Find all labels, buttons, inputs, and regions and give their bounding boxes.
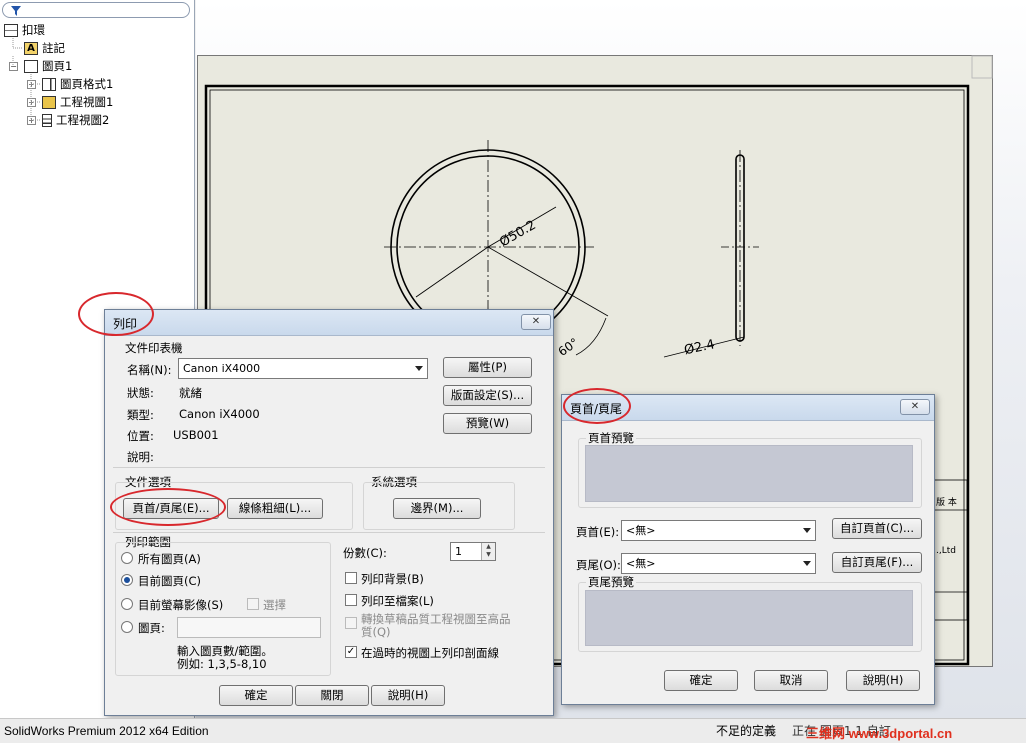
current-sheet-label[interactable]: 目前圖頁(C) <box>138 573 201 589</box>
custom-footer-button[interactable]: 自訂頁尾(F)... <box>832 552 922 573</box>
title-block-text: 版 本 <box>936 496 957 508</box>
close-button[interactable]: 關閉 <box>295 685 369 706</box>
sheets-radio[interactable] <box>121 621 133 633</box>
watermark-logo: 三维网 www.3dportal.cn <box>806 726 953 741</box>
header-select[interactable]: <無> <box>621 520 816 541</box>
thickness-dimension[interactable]: Ø2.4 <box>683 337 716 358</box>
print-dialog: 列印 ✕ 文件印表機 名稱(N): Canon iX4000 屬性(P) 版面設… <box>104 309 554 716</box>
printer-name-select[interactable]: Canon iX4000 <box>178 358 428 379</box>
footer-preview-label: 頁尾預覽 <box>586 574 636 590</box>
location-value: USB001 <box>173 428 219 442</box>
divider <box>113 467 545 468</box>
tree-view2-label: 工程視圖2 <box>56 113 110 127</box>
current-screen-label[interactable]: 目前螢幕影像(S) <box>138 597 223 613</box>
type-label: 類型: <box>127 408 154 422</box>
header-label: 頁首(E): <box>576 525 620 539</box>
type-value: Canon iX4000 <box>179 407 260 421</box>
copies-spinner[interactable]: ▲ ▼ <box>481 543 495 560</box>
printer-group-label: 文件印表機 <box>125 341 183 355</box>
header-footer-button[interactable]: 頁首/頁尾(E)... <box>123 498 219 519</box>
status-label: 狀態: <box>127 386 154 400</box>
line-weights-button[interactable]: 線條粗細(L)... <box>227 498 323 519</box>
print-background-label[interactable]: 列印背景(B) <box>361 571 424 587</box>
sheets-label[interactable]: 圖頁: <box>138 620 165 636</box>
current-sheet-radio[interactable] <box>121 574 133 586</box>
printer-name-label: 名稱(N): <box>127 363 172 377</box>
location-label: 位置: <box>127 429 154 443</box>
cancel-button[interactable]: 取消 <box>754 670 828 691</box>
footer-preview-box <box>585 590 913 646</box>
properties-button[interactable]: 屬性(P) <box>443 357 532 378</box>
header-select-value: <無> <box>626 524 656 537</box>
all-sheets-label[interactable]: 所有圖頁(A) <box>138 551 201 567</box>
custom-header-button[interactable]: 自訂頁首(C)... <box>832 518 922 539</box>
tree-connector-lines <box>12 38 40 121</box>
footer-label: 頁尾(O): <box>576 558 621 572</box>
ok-button[interactable]: 確定 <box>664 670 738 691</box>
close-icon[interactable]: ✕ <box>900 399 930 415</box>
sheets-range-input[interactable] <box>177 617 321 638</box>
header-footer-dialog: 頁首/頁尾 ✕ 頁首預覽 頁首(E): <無> 自訂頁首(C)... 頁尾(O)… <box>561 394 935 705</box>
tree-sheet-format-label: 圖頁格式1 <box>60 77 114 91</box>
print-to-file-checkbox[interactable] <box>345 594 357 606</box>
close-icon[interactable]: ✕ <box>521 314 551 330</box>
all-sheets-radio[interactable] <box>121 552 133 564</box>
page-setup-button[interactable]: 版面設定(S)... <box>443 385 532 406</box>
help-button[interactable]: 說明(H) <box>846 670 920 691</box>
preview-button[interactable]: 預覽(W) <box>443 413 532 434</box>
print-dialog-title: 列印 <box>113 317 138 331</box>
status-value: 就緒 <box>179 386 202 400</box>
header-footer-title: 頁首/頁尾 <box>570 402 623 416</box>
copies-label: 份數(C): <box>343 546 387 560</box>
angle-dimension[interactable]: 60° <box>556 335 581 359</box>
header-preview-label: 頁首預覽 <box>586 430 636 446</box>
convert-draft-label: 轉換草稿品質工程視圖至高品質(Q) <box>361 612 511 639</box>
print-dialog-titlebar[interactable]: 列印 ✕ <box>105 310 553 336</box>
header-preview-box <box>585 445 913 502</box>
ok-button[interactable]: 確定 <box>219 685 293 706</box>
current-screen-radio[interactable] <box>121 598 133 610</box>
chevron-down-icon <box>415 366 423 371</box>
printer-name-value: Canon iX4000 <box>183 362 261 375</box>
footer-select[interactable]: <無> <box>621 553 816 574</box>
header-footer-titlebar[interactable]: 頁首/頁尾 ✕ <box>562 395 934 421</box>
comment-label: 說明: <box>127 450 154 464</box>
divider <box>113 532 545 533</box>
diameter-dimension[interactable]: Ø50.2 <box>497 218 538 251</box>
title-block-company: .,Ltd <box>936 546 956 556</box>
footer-select-value: <無> <box>626 557 656 570</box>
cross-hatch-label[interactable]: 在過時的視圖上列印剖面線 <box>361 645 499 661</box>
sheets-hint-line2: 例如: 1,3,5-8,10 <box>177 657 267 671</box>
cross-hatch-checkbox[interactable]: ✓ <box>345 646 357 658</box>
margins-button[interactable]: 邊界(M)... <box>393 498 481 519</box>
chevron-down-icon <box>803 561 811 566</box>
print-background-checkbox[interactable] <box>345 572 357 584</box>
help-button[interactable]: 說明(H) <box>371 685 445 706</box>
convert-draft-checkbox[interactable] <box>345 617 357 629</box>
tree-view1-label: 工程視圖1 <box>60 95 114 109</box>
status-app-text: SolidWorks Premium 2012 x64 Edition <box>4 724 209 738</box>
selection-checkbox[interactable] <box>247 598 259 610</box>
print-to-file-label[interactable]: 列印至檔案(L) <box>361 593 434 609</box>
status-definition-state: 不足的定義 <box>716 724 777 738</box>
selection-label: 選擇 <box>263 598 286 612</box>
chevron-down-icon <box>803 528 811 533</box>
